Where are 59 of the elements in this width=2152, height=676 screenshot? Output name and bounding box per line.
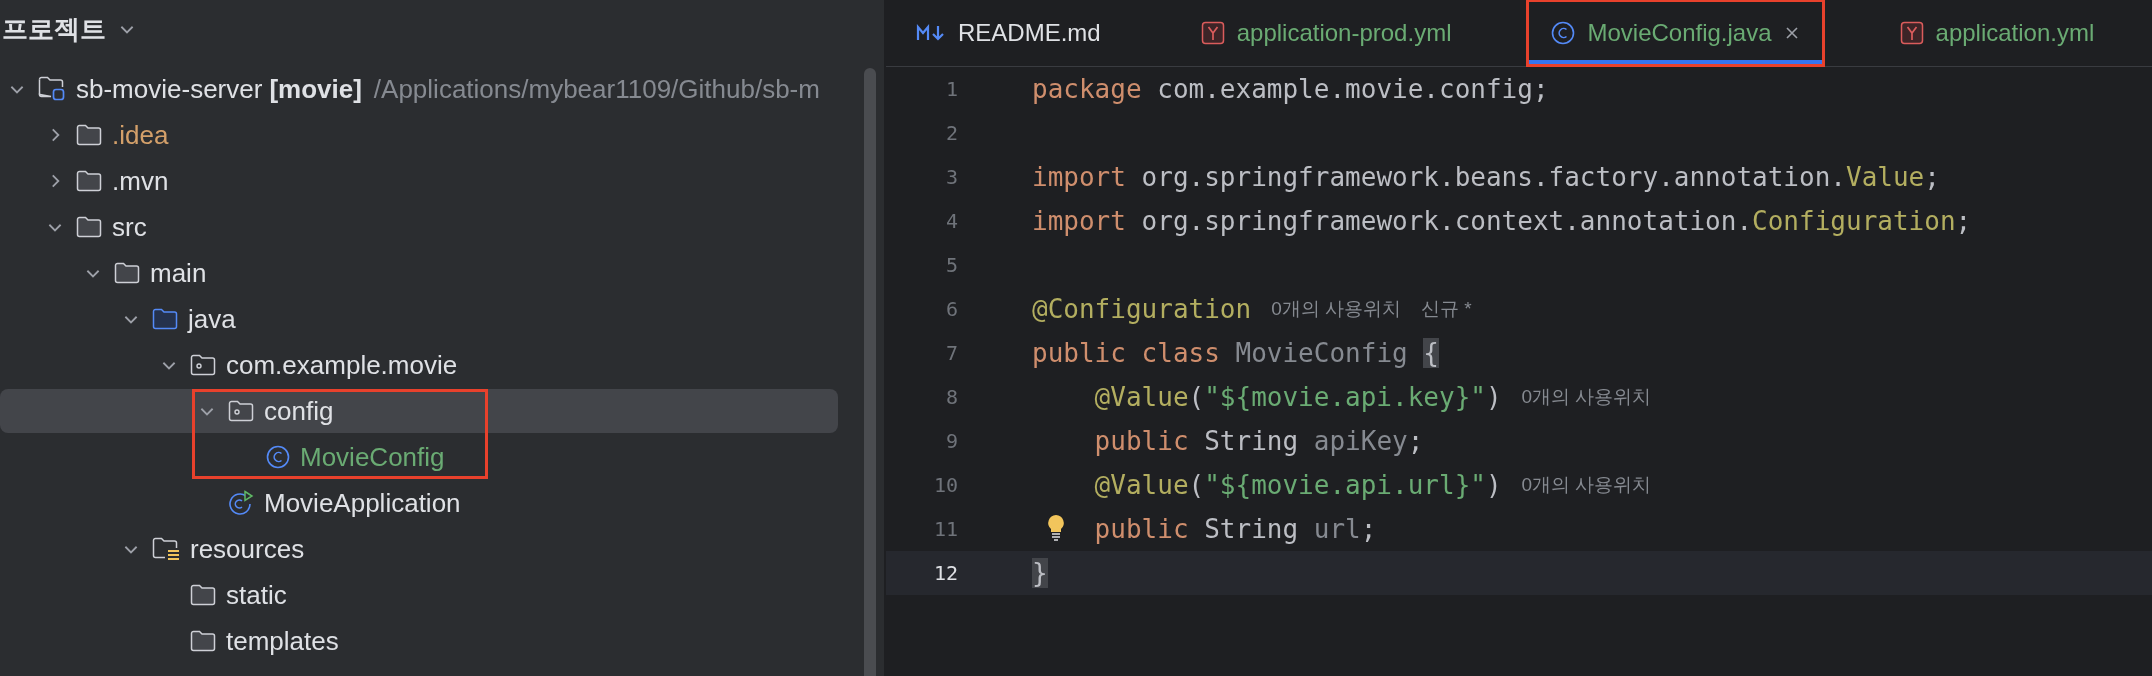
line-number: 8 — [944, 385, 958, 409]
line-number: 12 — [932, 561, 958, 585]
editor-tab[interactable]: application.yml — [1875, 0, 2119, 66]
yaml-file-icon — [1200, 21, 1225, 45]
line-number: 1 — [944, 77, 958, 101]
folder-icon — [190, 584, 216, 606]
runnable-class-icon — [228, 490, 254, 516]
tree-item[interactable]: main — [0, 251, 838, 295]
folder-icon — [114, 262, 140, 284]
tree-item[interactable]: static — [0, 573, 838, 617]
class-icon — [266, 445, 290, 469]
tree-item[interactable]: sb-movie-server [movie] /Applications/mybear1109/Github/sb-m — [0, 67, 838, 111]
folder-icon — [76, 216, 102, 238]
code-line: @Value("${movie.api.url}") 0개의 사용위치 — [1094, 470, 1652, 500]
code-line: public class MovieConfig { — [1032, 338, 1439, 368]
code-line: package com.example.movie.config; — [1032, 74, 1549, 104]
folder-icon — [76, 170, 102, 192]
line-number: 10 — [932, 473, 958, 497]
markdown-icon — [916, 24, 946, 42]
tree-item[interactable]: src — [0, 205, 838, 249]
folder-icon — [190, 630, 216, 652]
editor-tab[interactable]: MovieConfig.java — [1527, 0, 1824, 66]
tree-item[interactable]: templates — [0, 619, 838, 663]
tree-item[interactable]: com.example.movie — [0, 343, 838, 387]
line-number: 6 — [944, 297, 958, 321]
close-icon[interactable] — [1783, 25, 1800, 41]
panel-title[interactable]: 프로젝트 — [2, 11, 106, 47]
code-line: import org.springframework.context.annotation.Configuration; — [1032, 206, 1972, 236]
tree-item[interactable]: resources — [0, 527, 838, 571]
scrollbar[interactable] — [864, 68, 876, 676]
line-number: 9 — [944, 429, 958, 453]
line-number: 7 — [944, 341, 958, 365]
tree-item[interactable]: MovieApplication — [0, 481, 838, 525]
line-number: 3 — [944, 165, 958, 189]
lightbulb-icon[interactable] — [1046, 513, 1066, 541]
folder-icon — [76, 124, 102, 146]
editor-tab[interactable]: README.md — [892, 0, 1125, 66]
yaml-file-icon — [1899, 21, 1924, 45]
line-number: 11 — [932, 517, 958, 541]
tree-item[interactable]: java — [0, 297, 838, 341]
resources-folder-icon — [152, 537, 180, 561]
tree-item[interactable]: config — [0, 389, 838, 433]
tree-item[interactable]: .mvn — [0, 159, 838, 203]
package-folder-icon — [228, 400, 254, 422]
tree-item[interactable]: .idea — [0, 113, 838, 157]
code-line: @Configuration 0개의 사용위치 신규 * — [1032, 294, 1472, 324]
code-line: public String apiKey; — [1094, 426, 1424, 456]
line-number: 5 — [944, 253, 958, 277]
code-line: import org.springframework.beans.factory.annotation.Value; — [1032, 162, 1940, 192]
package-folder-icon — [190, 354, 216, 376]
line-number: 4 — [944, 209, 958, 233]
code-line: @Value("${movie.api.key}") 0개의 사용위치 — [1094, 382, 1652, 412]
tree-item[interactable]: MovieConfig — [0, 435, 838, 479]
code-line: public String url; — [1094, 514, 1377, 544]
editor-tab[interactable]: application-prod.yml — [1176, 0, 1476, 66]
class-icon — [1551, 21, 1576, 45]
line-number: 2 — [944, 121, 958, 145]
module-folder-icon — [38, 76, 66, 102]
folder-icon — [152, 308, 178, 330]
